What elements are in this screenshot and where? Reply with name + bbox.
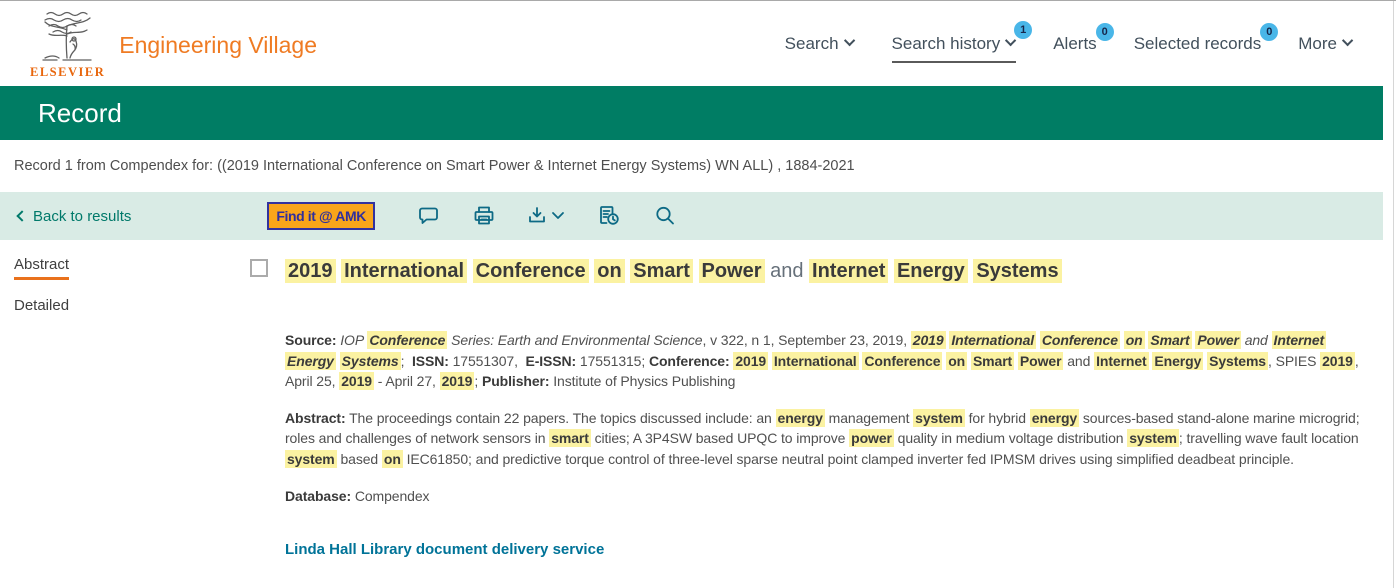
record-toolbar: Back to results Find it @ AMK [0,192,1383,240]
print-icon[interactable] [472,204,496,228]
page-banner: Record [0,86,1383,140]
record-title: 2019 International Conference on Smart P… [285,256,1062,286]
title-row: 2019 International Conference on Smart P… [250,256,1383,286]
top-nav: Search Search history 1 Alerts 0 Selecte… [785,34,1383,54]
chevron-down-icon [1005,35,1016,46]
record-main: 2019 International Conference on Smart P… [250,240,1383,558]
page-title: Record [38,98,122,129]
search-in-record-icon[interactable] [653,204,677,228]
elsevier-logo[interactable]: ELSEVIER [30,8,105,80]
record-content: Abstract Detailed 2019 International Con… [0,240,1383,558]
sidebar-item-detailed[interactable]: Detailed [14,297,250,318]
record-query-summary: Record 1 from Compendex for: ((2019 Inte… [0,140,1383,192]
selected-records-count-badge: 0 [1260,23,1278,41]
record-history-icon[interactable] [596,204,622,228]
nav-selected-records[interactable]: Selected records 0 [1134,34,1262,54]
document-delivery-link[interactable]: Linda Hall Library document delivery ser… [285,541,1365,558]
app-title: Engineering Village [119,32,317,59]
sidebar-item-abstract[interactable]: Abstract [14,256,250,280]
nav-more-label: More [1298,34,1337,54]
toolbar-icons [417,204,677,228]
source-paragraph: Source: IOP Conference Series: Earth and… [285,330,1365,392]
nav-search[interactable]: Search [785,34,855,54]
page: ELSEVIER Engineering Village Search Sear… [0,1,1383,558]
nav-alerts[interactable]: Alerts 0 [1053,34,1096,54]
record-body: Source: IOP Conference Series: Earth and… [285,330,1365,558]
database-line: Database: Compendex [285,486,1365,507]
search-history-count-badge: 1 [1014,21,1032,39]
nav-alerts-label: Alerts [1053,34,1096,54]
nav-search-history-label: Search history [892,34,1001,54]
app-header: ELSEVIER Engineering Village Search Sear… [0,1,1383,86]
comment-icon[interactable] [417,204,441,228]
nav-search-history[interactable]: Search history 1 [892,34,1017,63]
nav-search-label: Search [785,34,839,54]
elsevier-tree-icon [37,8,99,64]
sidebar-abstract-label: Abstract [14,256,69,280]
chevron-down-icon [843,35,854,46]
nav-more[interactable]: More [1298,34,1353,54]
back-to-results-link[interactable]: Back to results [18,208,131,225]
chevron-down-icon [1342,35,1353,46]
chevron-left-icon [16,210,27,221]
back-to-results-label: Back to results [33,208,131,225]
scrollbar-gutter[interactable] [1383,1,1396,588]
download-icon[interactable] [527,204,565,228]
sidebar-detailed-label: Detailed [14,297,69,318]
select-record-checkbox[interactable] [250,259,268,277]
elsevier-wordmark: ELSEVIER [30,65,105,80]
alerts-count-badge: 0 [1096,23,1114,41]
view-sidebar: Abstract Detailed [0,240,250,558]
nav-selected-records-label: Selected records [1134,34,1262,54]
findit-amk-button[interactable]: Find it @ AMK [267,202,375,230]
abstract-paragraph: Abstract: The proceedings contain 22 pap… [285,408,1365,470]
